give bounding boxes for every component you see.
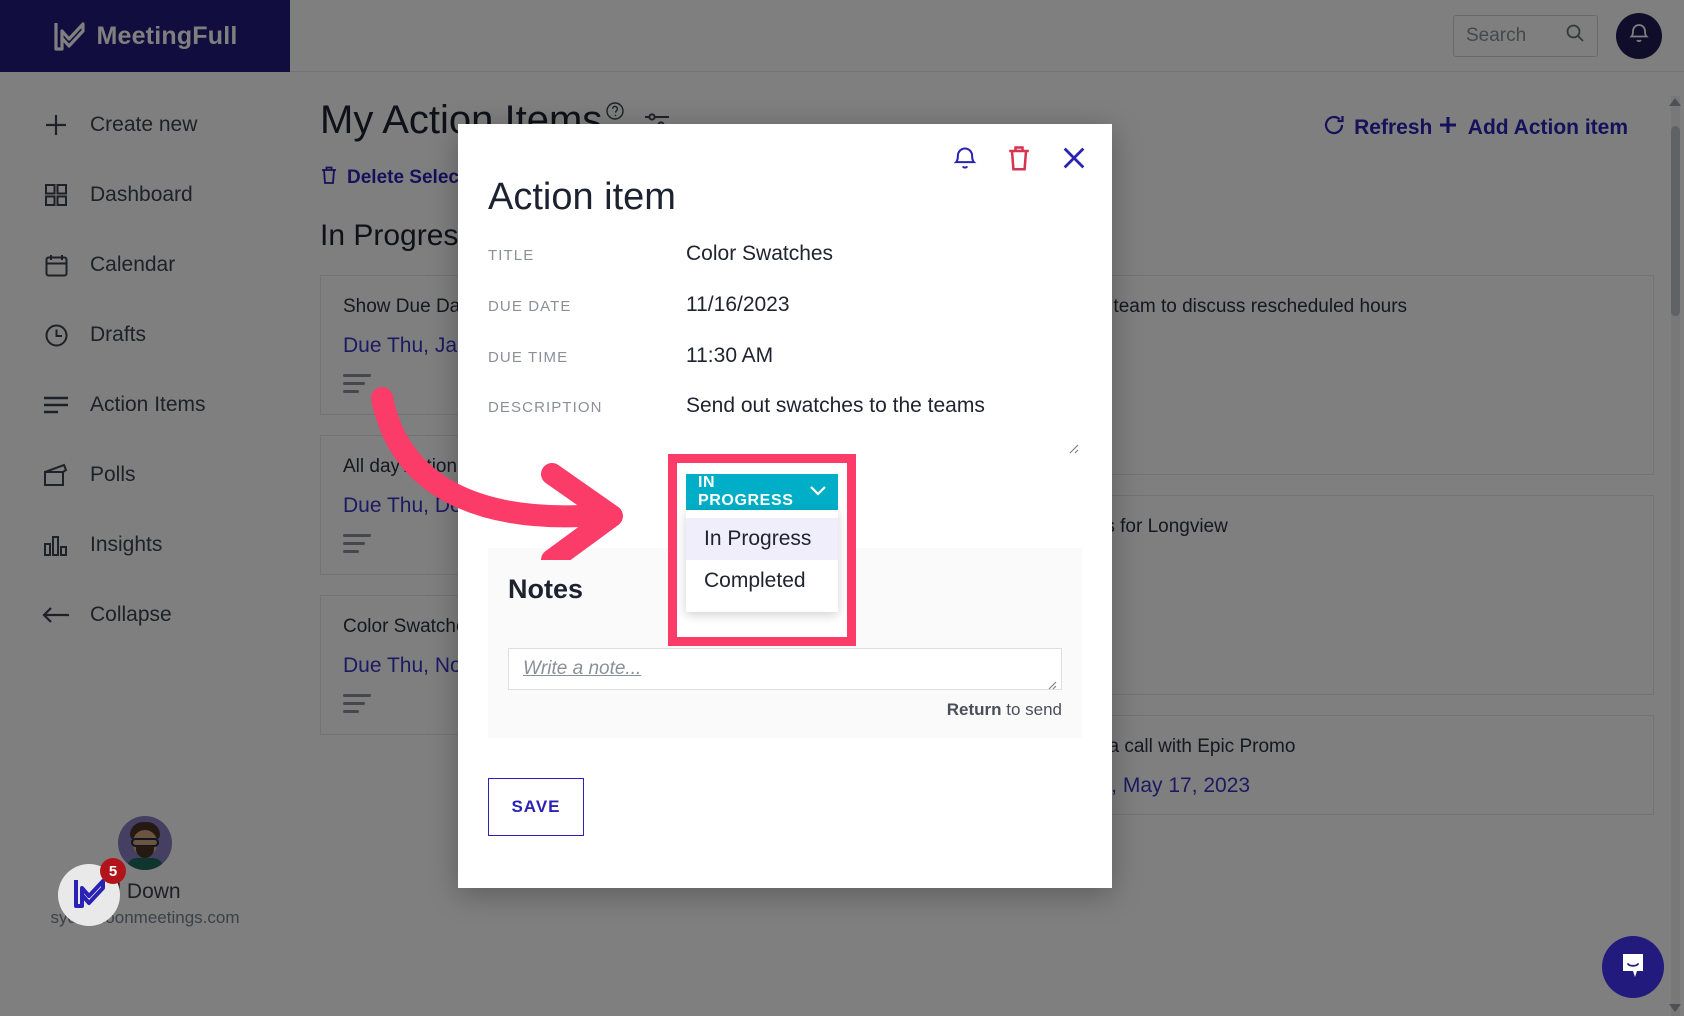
delete-button[interactable] [1006, 144, 1032, 177]
field-title: TITLE Color Swatches [488, 242, 1082, 266]
field-label: DUE TIME [488, 349, 569, 366]
return-hint: Return to send [947, 700, 1062, 720]
status-selected-label: IN PROGRESS [698, 474, 794, 509]
return-hint-text: to send [1001, 700, 1062, 719]
status-dropdown-toggle[interactable]: IN PROGRESS [686, 474, 838, 510]
close-button[interactable] [1060, 144, 1088, 177]
chat-widget-button[interactable] [1602, 936, 1664, 998]
notes-heading: Notes [508, 574, 584, 604]
field-label: DESCRIPTION [488, 399, 603, 416]
field-description: DESCRIPTION Send out swatches to the tea… [488, 394, 1082, 418]
note-placeholder: Write a note... [523, 658, 642, 679]
field-value[interactable]: 11:30 AM [686, 344, 773, 368]
mail-widget-button[interactable]: 5 [58, 858, 126, 926]
status-option-completed[interactable]: Completed [686, 560, 838, 602]
field-value[interactable]: 11/16/2023 [686, 293, 790, 317]
description-resize-handle-icon[interactable] [1065, 440, 1079, 454]
note-input[interactable]: Write a note... [508, 648, 1062, 690]
chat-bubble-icon [1618, 950, 1648, 985]
modal-toolbar [952, 144, 1088, 177]
field-value[interactable]: Color Swatches [686, 242, 833, 266]
status-option-in-progress[interactable]: In Progress [686, 518, 838, 560]
chevron-down-icon [810, 483, 826, 501]
field-due-date: DUE DATE 11/16/2023 [488, 293, 1082, 317]
mail-badge: 5 [100, 858, 126, 884]
modal-heading: Action item [488, 176, 676, 218]
field-label: DUE DATE [488, 298, 572, 315]
field-due-time: DUE TIME 11:30 AM [488, 344, 1082, 368]
status-dropdown-menu: In Progress Completed [686, 510, 838, 612]
save-button[interactable]: SAVE [488, 778, 584, 836]
field-label: TITLE [488, 247, 535, 264]
note-resize-handle-icon[interactable] [1045, 674, 1057, 690]
return-hint-key: Return [946, 700, 1002, 719]
meetingfull-logo-icon [72, 876, 106, 915]
field-value[interactable]: Send out swatches to the teams [686, 394, 985, 418]
reminder-button[interactable] [952, 145, 978, 176]
